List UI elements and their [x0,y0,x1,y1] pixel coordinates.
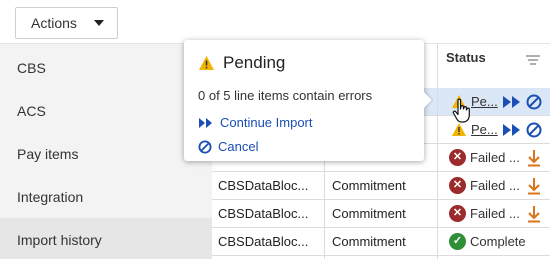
sidebar-item-label: Integration [17,188,84,205]
status-cell: ✕ Failed ... [445,200,550,227]
sidebar-item-label: Pay items [17,145,79,162]
status-label: Failed ... [470,178,520,193]
sidebar-item-label: CBS [17,59,46,76]
error-icon: ✕ [449,177,466,194]
status-cell: ✕ Failed ... [445,144,550,171]
popover-arrow [424,92,432,108]
sidebar-item-label: ACS [17,102,46,119]
table-row[interactable]: CBSDataBloc... Commitment ✕ Failed ... [212,172,550,200]
check-icon: ✓ [449,233,466,250]
popover-header: Pending [198,53,285,73]
cancel-icon [198,140,212,153]
filter-icon[interactable] [526,55,540,65]
error-icon: ✕ [449,205,466,222]
sidebar-item-import-history[interactable]: Import history [0,218,212,259]
cancel-icon[interactable] [526,94,542,110]
continue-import-icon[interactable] [502,95,522,109]
popover-title: Pending [223,53,286,72]
type-cell: Commitment [332,234,406,249]
actions-label: Actions [31,15,77,31]
status-cell: ✕ Failed ... [445,172,550,199]
sidebar-item-integration[interactable]: Integration [0,175,212,218]
table-row[interactable]: CBSDataBloc... Commitment ✓ Complete [212,228,550,256]
status-label: Failed ... [470,206,520,221]
fast-forward-icon [199,117,212,128]
caret-down-icon [94,20,104,26]
status-link[interactable]: Pe... [471,116,498,143]
cancel-label: Cancel [218,139,259,154]
download-icon[interactable] [527,149,541,167]
download-icon[interactable] [527,205,541,223]
status-label: Failed ... [470,150,520,165]
table-row[interactable]: CBSDataBloc... Commitment ✕ Failed ... [212,200,550,228]
cancel-link[interactable]: Cancel [198,139,258,154]
popover-message: 0 of 5 line items contain errors [198,88,373,103]
sidebar-item-cbs[interactable]: CBS [0,46,212,89]
download-icon[interactable] [527,177,541,195]
type-cell: Commitment [332,206,406,221]
sidebar-item-label: Import history [17,231,102,248]
toolbar: Actions [0,0,550,44]
sidebar: CBS ACS Pay items Integration Import his… [0,44,212,259]
status-cell: ✓ Complete [445,228,550,255]
warning-icon [199,56,214,70]
file-cell: CBSDataBloc... [218,234,309,249]
warning-icon [452,123,466,136]
status-link[interactable]: Pe... [471,88,498,115]
continue-import-icon[interactable] [502,123,522,137]
actions-dropdown[interactable]: Actions [15,7,118,39]
sidebar-item-pay-items[interactable]: Pay items [0,132,212,175]
type-cell: Commitment [332,178,406,193]
continue-import-link[interactable]: Continue Import [198,115,313,130]
cancel-icon[interactable] [526,122,542,138]
status-column-header[interactable]: Status [437,44,550,86]
pending-popover: Pending 0 of 5 line items contain errors… [184,40,432,161]
status-label: Complete [470,234,526,249]
column-divider [437,44,438,259]
hand-cursor-icon [452,98,470,123]
sidebar-item-acs[interactable]: ACS [0,89,212,132]
status-header-label: Status [446,50,486,65]
error-icon: ✕ [449,149,466,166]
file-cell: CBSDataBloc... [218,206,309,221]
continue-import-label: Continue Import [220,115,313,130]
file-cell: CBSDataBloc... [218,178,309,193]
